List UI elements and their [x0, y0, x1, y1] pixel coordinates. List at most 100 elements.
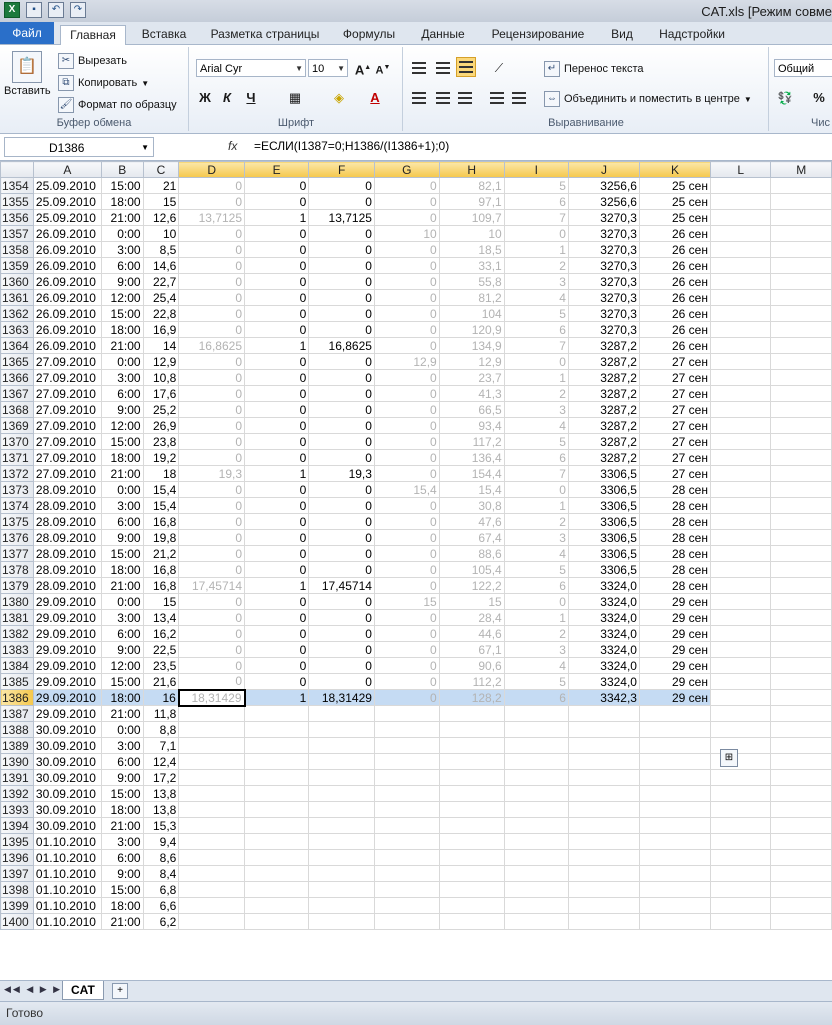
cell[interactable]: 0 — [178, 609, 245, 626]
row-header[interactable]: 1381 — [0, 609, 34, 626]
cell[interactable] — [770, 769, 832, 786]
cell[interactable]: 6:00 — [100, 385, 144, 402]
cell[interactable] — [770, 577, 832, 594]
cell[interactable]: 26 сен — [638, 337, 711, 354]
cell[interactable]: 0:00 — [100, 225, 144, 242]
cell[interactable]: 0 — [178, 497, 245, 514]
tab-data[interactable]: Данные — [412, 25, 474, 44]
cell[interactable]: 4 — [503, 417, 569, 434]
cell[interactable]: 11,8 — [142, 705, 180, 722]
cell[interactable] — [770, 721, 832, 738]
underline-button[interactable]: Ч — [242, 89, 260, 107]
cell[interactable]: 27 сен — [638, 465, 711, 482]
cell[interactable]: 0 — [308, 177, 375, 194]
cell[interactable]: 5 — [503, 561, 569, 578]
cell[interactable]: 16,8 — [142, 577, 180, 594]
cell[interactable]: 0 — [373, 545, 440, 562]
cell[interactable]: 33,1 — [438, 257, 505, 274]
column-header-m[interactable]: M — [770, 161, 832, 178]
cell[interactable]: 28,4 — [438, 609, 505, 626]
cell[interactable] — [638, 737, 711, 754]
cell[interactable] — [178, 817, 245, 834]
cell[interactable]: 0 — [503, 593, 569, 610]
cell[interactable]: 27 сен — [638, 417, 711, 434]
cell[interactable]: 3306,5 — [567, 513, 640, 530]
cell[interactable] — [373, 769, 440, 786]
cell[interactable] — [638, 817, 711, 834]
cell[interactable] — [770, 321, 832, 338]
cell[interactable] — [438, 753, 505, 770]
row-header[interactable]: 1379 — [0, 577, 34, 594]
cell[interactable]: 17,45714 — [308, 577, 375, 594]
align-right-icon[interactable] — [456, 89, 474, 107]
row-header[interactable]: 1355 — [0, 193, 34, 210]
shrink-font-icon[interactable]: A▼ — [374, 59, 392, 77]
cell[interactable] — [770, 273, 832, 290]
cell[interactable]: 3287,2 — [567, 449, 640, 466]
cell[interactable]: 0 — [308, 481, 375, 498]
cell[interactable]: 8,5 — [142, 241, 180, 258]
cell[interactable]: 3287,2 — [567, 369, 640, 386]
cell[interactable]: 0 — [373, 337, 440, 354]
cell[interactable]: 0 — [178, 561, 245, 578]
cell[interactable]: 0 — [373, 369, 440, 386]
cell[interactable]: 14 — [142, 337, 180, 354]
cell[interactable]: 26.09.2010 — [32, 257, 102, 274]
cell[interactable] — [308, 849, 375, 866]
cell[interactable] — [373, 897, 440, 914]
cell[interactable]: 12:00 — [100, 289, 144, 306]
grow-font-icon[interactable]: A▲ — [354, 59, 372, 77]
cell[interactable]: 55,8 — [438, 273, 505, 290]
cell[interactable]: 0 — [178, 401, 245, 418]
cell[interactable]: 6 — [503, 689, 569, 706]
row-header[interactable]: 1391 — [0, 769, 34, 786]
cell[interactable]: 3306,5 — [567, 497, 640, 514]
cell[interactable] — [770, 481, 832, 498]
cell[interactable]: 0 — [243, 385, 310, 402]
cell[interactable]: 0 — [308, 193, 375, 210]
cell[interactable]: 128,2 — [438, 689, 505, 706]
row-header[interactable]: 1395 — [0, 833, 34, 850]
cell[interactable]: 18:00 — [100, 689, 144, 706]
cell[interactable]: 27.09.2010 — [32, 369, 102, 386]
cell[interactable]: 15:00 — [100, 881, 144, 898]
row-header[interactable]: 1375 — [0, 513, 34, 530]
cell[interactable]: 15 — [438, 593, 505, 610]
cell[interactable]: 26.09.2010 — [32, 305, 102, 322]
cell[interactable]: 109,7 — [438, 209, 505, 226]
cell[interactable] — [770, 305, 832, 322]
cell[interactable] — [438, 849, 505, 866]
cell[interactable]: 29.09.2010 — [32, 689, 102, 706]
cell[interactable] — [709, 897, 772, 914]
cell[interactable]: 0 — [243, 289, 310, 306]
align-left-icon[interactable] — [410, 89, 428, 107]
cell[interactable]: 29.09.2010 — [32, 641, 102, 658]
cell[interactable]: 0 — [243, 641, 310, 658]
cell[interactable] — [709, 225, 772, 242]
cell[interactable] — [709, 641, 772, 658]
cell[interactable] — [770, 817, 832, 834]
cell[interactable]: 1 — [243, 689, 310, 706]
cell[interactable]: 3:00 — [100, 737, 144, 754]
cell[interactable]: 0 — [178, 193, 245, 210]
cell[interactable]: 28.09.2010 — [32, 577, 102, 594]
cell[interactable]: 0 — [373, 641, 440, 658]
cell[interactable]: 3 — [503, 641, 569, 658]
cell[interactable]: 3324,0 — [567, 625, 640, 642]
cell[interactable]: 0 — [308, 321, 375, 338]
tab-formulas[interactable]: Формулы — [334, 25, 404, 44]
cell[interactable] — [308, 721, 375, 738]
cell[interactable]: 112,2 — [438, 673, 505, 690]
cell[interactable]: 27.09.2010 — [32, 449, 102, 466]
cell[interactable]: 3270,3 — [567, 241, 640, 258]
cell[interactable]: 13,4 — [142, 609, 180, 626]
cell[interactable]: 3287,2 — [567, 417, 640, 434]
cell[interactable]: 28.09.2010 — [32, 481, 102, 498]
cell[interactable] — [770, 401, 832, 418]
cell[interactable]: 7 — [503, 209, 569, 226]
cell[interactable] — [709, 481, 772, 498]
cell[interactable]: 122,2 — [438, 577, 505, 594]
cell[interactable]: 23,8 — [142, 433, 180, 450]
cell[interactable]: 0 — [373, 273, 440, 290]
cell[interactable] — [709, 385, 772, 402]
